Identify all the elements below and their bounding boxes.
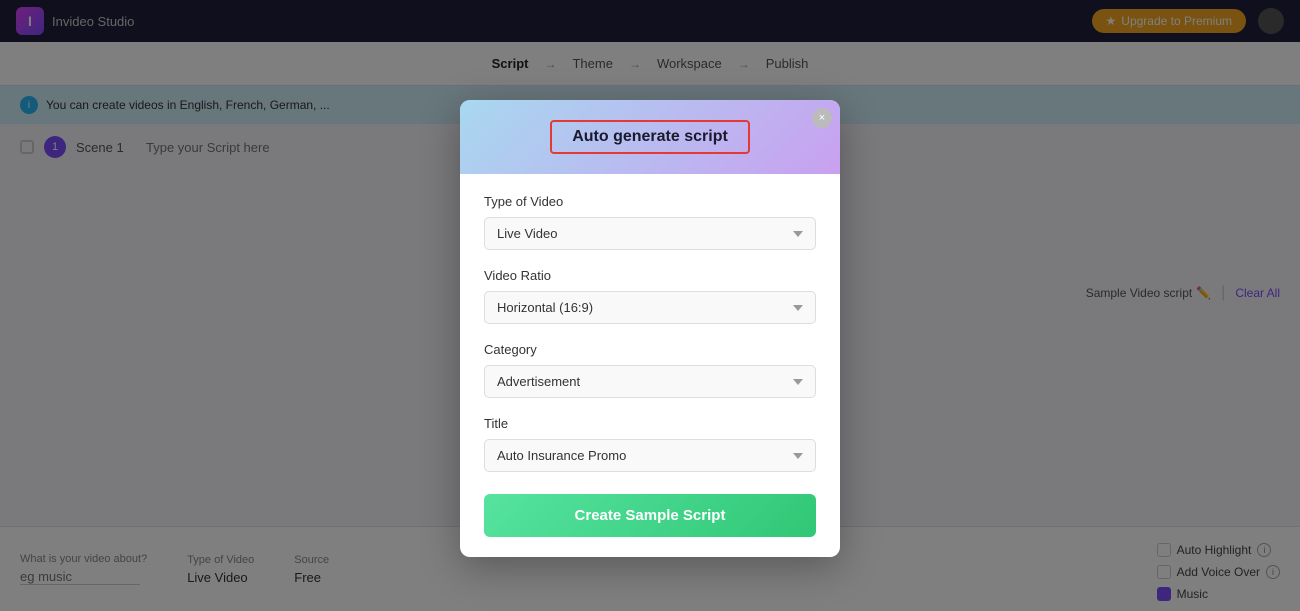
title-select[interactable]: Auto Insurance Promo Product Launch Bran… bbox=[484, 439, 816, 472]
title-form-label: Title bbox=[484, 416, 816, 431]
auto-generate-modal: Auto generate script × Type of Video Liv… bbox=[460, 100, 840, 557]
video-ratio-group: Video Ratio Horizontal (16:9) Vertical (… bbox=[484, 268, 816, 324]
category-select[interactable]: Advertisement Education Entertainment Ma… bbox=[484, 365, 816, 398]
modal-title: Auto generate script bbox=[572, 128, 728, 145]
video-ratio-form-label: Video Ratio bbox=[484, 268, 816, 283]
type-of-video-form-label: Type of Video bbox=[484, 194, 816, 209]
modal-header: Auto generate script × bbox=[460, 100, 840, 174]
type-of-video-select[interactable]: Live Video Animated Video Whiteboard bbox=[484, 217, 816, 250]
title-group: Title Auto Insurance Promo Product Launc… bbox=[484, 416, 816, 472]
category-group: Category Advertisement Education Enterta… bbox=[484, 342, 816, 398]
modal-title-box: Auto generate script bbox=[550, 120, 750, 154]
create-sample-script-button[interactable]: Create Sample Script bbox=[484, 494, 816, 537]
modal-body: Type of Video Live Video Animated Video … bbox=[460, 174, 840, 557]
type-of-video-group: Type of Video Live Video Animated Video … bbox=[484, 194, 816, 250]
video-ratio-select[interactable]: Horizontal (16:9) Vertical (9:16) Square… bbox=[484, 291, 816, 324]
modal-close-button[interactable]: × bbox=[812, 108, 832, 128]
category-form-label: Category bbox=[484, 342, 816, 357]
